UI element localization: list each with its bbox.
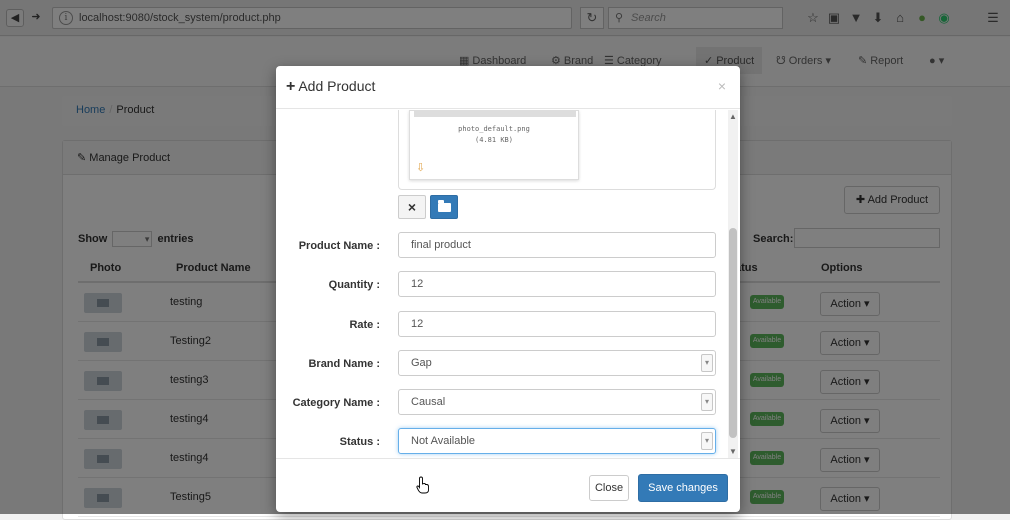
modal-body: photo_default.png (4.81 KB) ⇩ × Product … — [276, 110, 728, 458]
quantity-input[interactable]: 12 — [398, 271, 716, 297]
scroll-up-icon[interactable]: ▲ — [728, 112, 738, 121]
category-name-label: Category Name : — [292, 397, 380, 409]
close-button[interactable]: Close — [589, 475, 629, 501]
modal-footer: Close Save changes — [276, 458, 740, 512]
product-name-label: Product Name : — [298, 240, 380, 252]
status-select[interactable]: Not Available ▾ — [398, 428, 716, 454]
thumbnail-image — [414, 111, 576, 117]
file-preview: photo_default.png (4.81 KB) ⇩ — [398, 110, 716, 190]
close-icon[interactable]: × — [718, 78, 726, 94]
chevron-down-icon: ▾ — [701, 393, 713, 411]
brand-name-value: Gap — [411, 357, 432, 369]
file-size: (4.81 KB) — [475, 136, 513, 144]
brand-name-label: Brand Name : — [308, 358, 380, 370]
modal-header: + Add Product × — [276, 66, 740, 109]
save-changes-button[interactable]: Save changes — [638, 474, 728, 502]
modal-title-text: Add Product — [298, 78, 376, 94]
quantity-label: Quantity : — [328, 279, 380, 291]
scroll-down-icon[interactable]: ▼ — [728, 447, 738, 456]
folder-open-icon — [438, 200, 451, 212]
status-label: Status : — [339, 436, 380, 448]
scrollbar-thumb[interactable] — [729, 228, 737, 438]
category-name-select[interactable]: Causal ▾ — [398, 389, 716, 415]
plus-icon: + — [286, 78, 296, 95]
modal-scrollbar[interactable]: ▲ ▼ — [728, 110, 738, 458]
chevron-down-icon: ▾ — [701, 354, 713, 372]
rate-label: Rate : — [349, 319, 380, 331]
file-thumbnail: photo_default.png (4.81 KB) ⇩ — [409, 110, 579, 180]
status-value: Not Available — [411, 435, 476, 447]
product-name-input[interactable]: final product — [398, 232, 716, 258]
modal-title: + Add Product — [286, 78, 375, 96]
add-product-modal: + Add Product × photo_default.png (4.81 K… — [276, 66, 740, 512]
rate-input[interactable]: 12 — [398, 311, 716, 337]
hand-cursor-icon — [416, 476, 429, 494]
remove-file-button[interactable]: × — [398, 195, 426, 219]
download-icon[interactable]: ⇩ — [416, 161, 425, 174]
file-name: photo_default.png — [458, 125, 530, 133]
chevron-down-icon: ▾ — [701, 432, 713, 450]
category-name-value: Causal — [411, 396, 446, 408]
brand-name-select[interactable]: Gap ▾ — [398, 350, 716, 376]
browse-file-button[interactable] — [430, 195, 458, 219]
